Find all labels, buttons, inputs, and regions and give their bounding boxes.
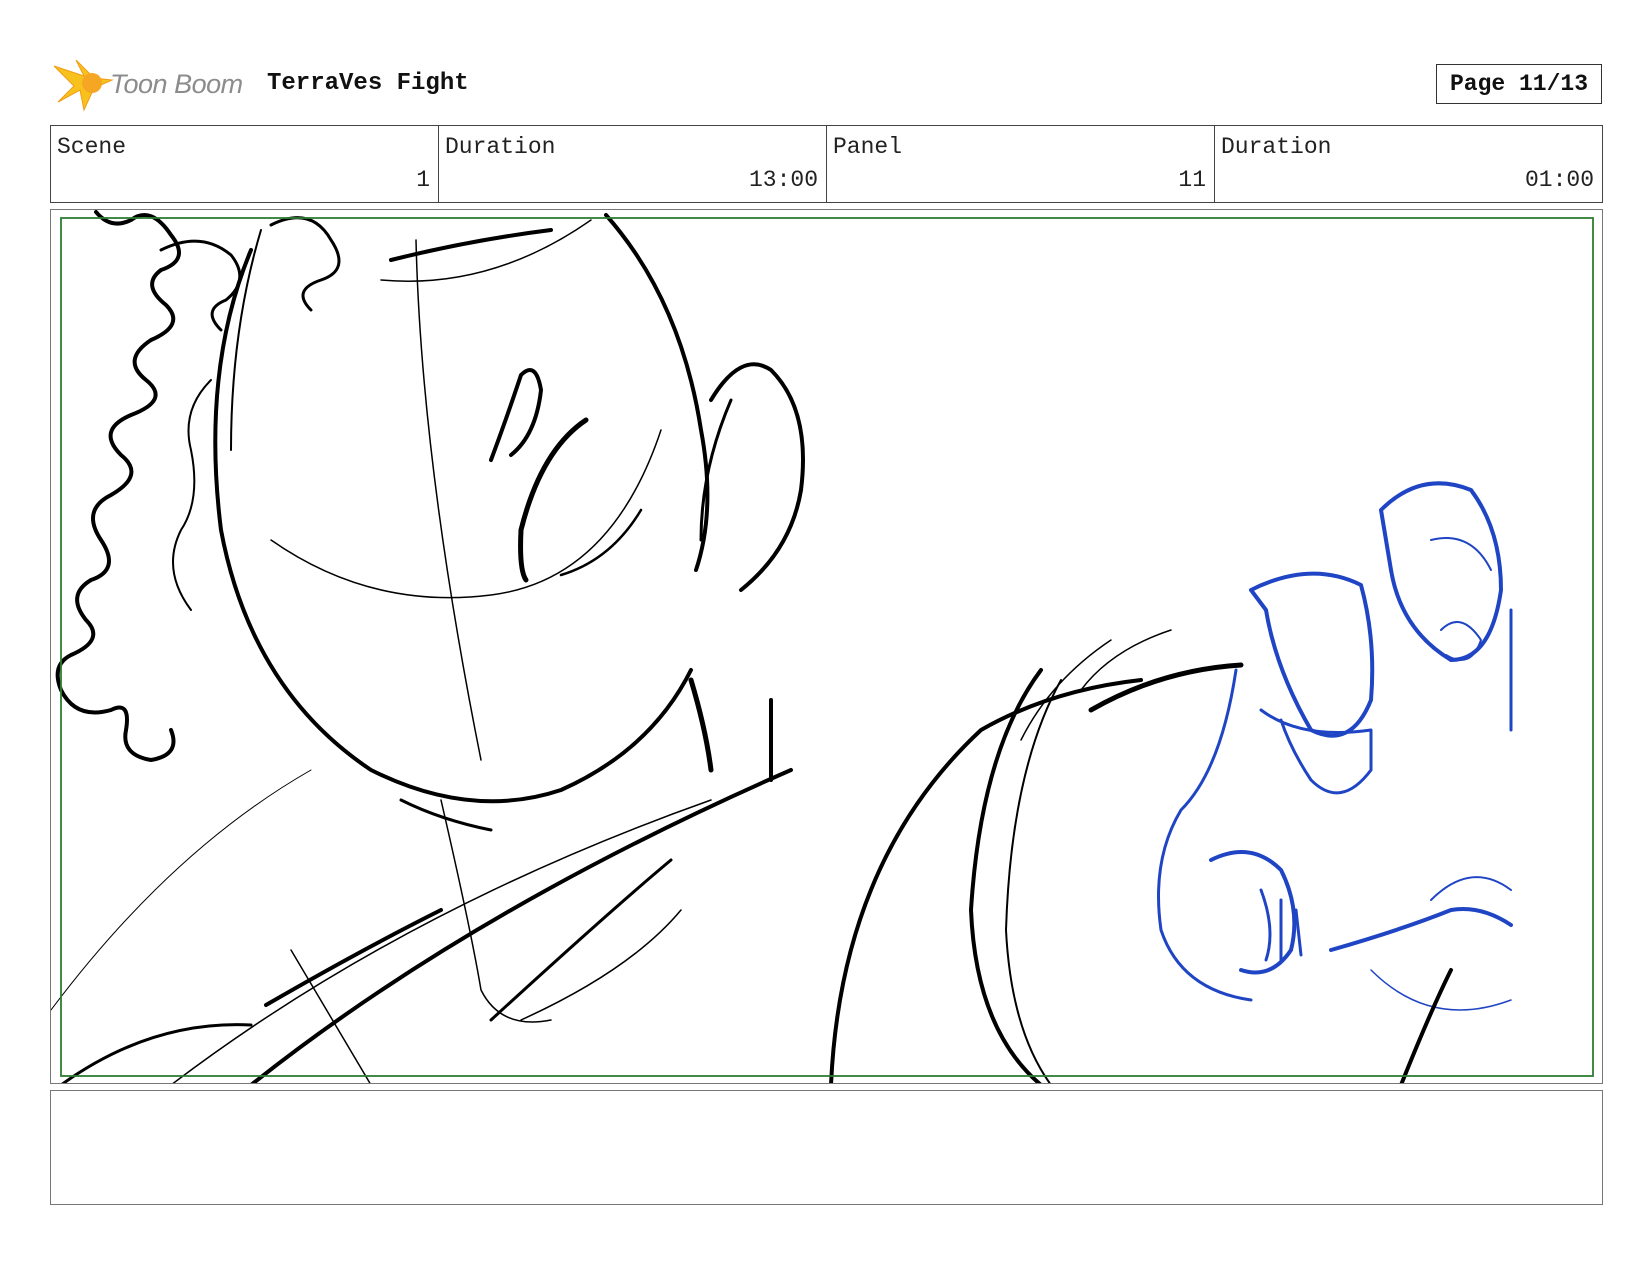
starburst-icon [54, 59, 114, 112]
blue-finger-2 [1379, 481, 1503, 662]
panel-duration-cell: Duration 01:00 [1215, 126, 1602, 202]
panel-label: Panel [833, 134, 903, 160]
arm-curve [829, 678, 1143, 1083]
panel-duration-label: Duration [1221, 134, 1332, 160]
project-title: TerraVes Fight [267, 70, 469, 97]
page-indicator: Page 11/13 [1436, 64, 1602, 104]
scene-value: 1 [416, 167, 430, 193]
hair-curls [55, 210, 181, 762]
logo-text: Toon Boom [110, 69, 243, 99]
page-label: Page 11/13 [1449, 71, 1589, 97]
scene-duration-label: Duration [445, 134, 556, 160]
panel-notes [50, 1090, 1603, 1205]
panel-duration-value: 01:00 [1524, 167, 1594, 193]
scene-duration-value: 13:00 [748, 167, 818, 193]
panel-info-table: Scene 1 Duration 13:00 Panel 11 Duration… [50, 125, 1603, 203]
face-outline [213, 248, 693, 804]
blue-finger-1 [1249, 571, 1375, 738]
toon-boom-logo: Toon Boom [54, 58, 254, 112]
panel-value: 11 [1178, 167, 1206, 193]
scene-duration-cell: Duration 13:00 [439, 126, 827, 202]
scene-cell: Scene 1 [51, 126, 439, 202]
safe-area-frame [60, 217, 1594, 1077]
face-eye [489, 368, 543, 462]
panel-cell: Panel 11 [827, 126, 1215, 202]
sketch-drawing [51, 210, 1594, 1083]
storyboard-panel [50, 209, 1603, 1084]
ear [709, 362, 805, 592]
scene-label: Scene [57, 134, 127, 160]
